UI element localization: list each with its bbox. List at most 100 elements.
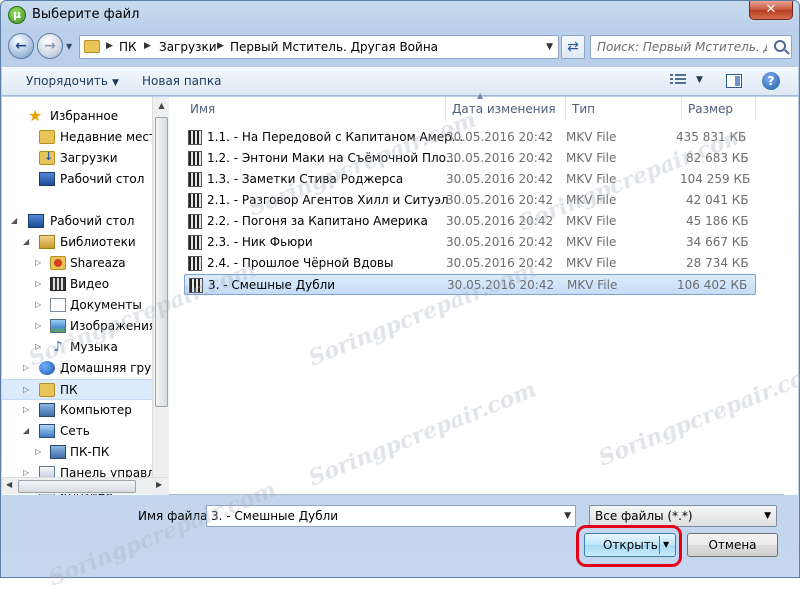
column-header-name[interactable]: Имя — [184, 97, 446, 121]
file-row[interactable]: 2.3. - Ник Фьюри 30.05.2016 20:42 MKV Fi… — [184, 232, 756, 253]
sidebar-item-label: ПК-ПК — [70, 445, 110, 459]
filename-field[interactable]: 3. - Смешные Дубли ▼ — [206, 505, 576, 527]
navigation-bar: ← → ▼ ▶ ПК ▶ Загрузки ▶ Первый Мститель.… — [1, 31, 799, 63]
file-list[interactable]: ▲ Имя Дата изменения Тип Размер 1.1. - Н… — [172, 91, 784, 495]
sidebar-item-libraries[interactable]: ◢ Библиотеки — [2, 232, 152, 253]
file-name: 2.1. - Разговор Агентов Хилл и Ситуэл — [207, 193, 449, 207]
expand-arrow-icon[interactable]: ▷ — [35, 258, 41, 267]
file-row[interactable]: 1.1. - На Передовой с Капитаном Амер... … — [184, 127, 756, 148]
scrollbar-thumb[interactable] — [155, 117, 168, 407]
file-date: 30.05.2016 20:42 — [447, 278, 555, 292]
sidebar-item-desktop-fav[interactable]: Рабочий стол — [2, 169, 152, 190]
help-icon[interactable]: ? — [762, 72, 780, 90]
expand-arrow-icon[interactable]: ▷ — [35, 447, 41, 456]
address-bar[interactable]: ▶ ПК ▶ Загрузки ▶ Первый Мститель. Друга… — [79, 35, 559, 59]
sidebar-item-label: Рабочий стол — [60, 172, 145, 186]
open-options-dropdown-icon[interactable]: ▼ — [663, 540, 669, 549]
preview-pane-icon[interactable] — [726, 74, 742, 88]
file-name: 2.2. - Погоня за Капитано Америка — [207, 214, 428, 228]
sidebar-item-label: Видео — [70, 277, 110, 291]
file-type: MKV File — [566, 130, 617, 144]
sidebar-item-recent-places[interactable]: Недавние места — [2, 127, 152, 148]
expand-arrow-icon[interactable]: ▷ — [35, 279, 41, 288]
scrollbar-thumb[interactable] — [18, 480, 136, 493]
sidebar-item-downloads[interactable]: Загрузки — [2, 148, 152, 169]
sidebar-item-video[interactable]: ▷ Видео — [2, 274, 152, 295]
sidebar-item-label: Музыка — [70, 340, 118, 354]
collapse-arrow-icon[interactable]: ◢ — [23, 237, 29, 246]
recent-pages-dropdown-icon[interactable]: ▼ — [66, 42, 72, 51]
file-type: MKV File — [566, 172, 617, 186]
file-row[interactable]: 2.4. - Прошлое Чёрной Вдовы 30.05.2016 2… — [184, 253, 756, 274]
video-file-icon — [188, 151, 202, 166]
open-button[interactable]: Открыть ▼ — [584, 533, 676, 557]
close-button[interactable]: ✕ — [749, 1, 793, 20]
file-type: MKV File — [567, 278, 618, 292]
command-bar: Упорядочить ▼ Новая папка ▼ ? — [2, 66, 798, 96]
navigation-pane-scrollbar[interactable]: ▲ ▼ — [152, 97, 169, 495]
collapse-arrow-icon[interactable]: ◢ — [23, 426, 29, 435]
file-date: 30.05.2016 20:42 — [446, 193, 554, 207]
sidebar-item-network[interactable]: ◢ Сеть — [2, 421, 152, 442]
organize-button[interactable]: Упорядочить ▼ — [26, 74, 119, 88]
expand-arrow-icon[interactable]: ▷ — [35, 342, 41, 351]
sidebar-item-label: Избранное — [50, 109, 119, 123]
scroll-up-icon[interactable]: ▲ — [155, 99, 168, 112]
file-row[interactable]: 2.1. - Разговор Агентов Хилл и Ситуэл 30… — [184, 190, 756, 211]
chevron-down-icon: ▼ — [111, 78, 119, 88]
file-row-selected[interactable]: 3. - Смешные Дубли 30.05.2016 20:42 MKV … — [184, 274, 756, 295]
change-view-icon[interactable] — [670, 74, 686, 88]
refresh-button[interactable]: ⇄ — [561, 35, 585, 59]
homegroup-icon — [39, 361, 55, 375]
search-box[interactable]: Поиск: Первый Мститель. Д... — [590, 35, 792, 59]
breadcrumb-arrow-icon[interactable]: ▶ — [217, 41, 224, 51]
collapse-arrow-icon[interactable]: ◢ — [11, 216, 17, 225]
sidebar-item-pictures[interactable]: ▷ Изображения — [2, 316, 152, 337]
file-type-filter-select[interactable]: Все файлы (*.*) ▼ — [589, 505, 777, 527]
sidebar-item-documents[interactable]: ▷ Документы — [2, 295, 152, 316]
user-folder-icon — [39, 383, 55, 397]
breadcrumb-arrow-icon[interactable]: ▶ — [144, 41, 151, 51]
column-header-type[interactable]: Тип — [566, 97, 682, 121]
sidebar-item-user-pc[interactable]: ▷ ПК — [2, 379, 152, 400]
file-row[interactable]: 2.2. - Погоня за Капитано Америка 30.05.… — [184, 211, 756, 232]
breadcrumb-current-folder[interactable]: Первый Мститель. Другая Война — [230, 40, 438, 54]
sidebar-item-shareaza[interactable]: ▷ Shareaza — [2, 253, 152, 274]
sidebar-item-label: Загрузки — [60, 151, 118, 165]
navigation-pane-hscrollbar[interactable]: ◀ ▶ — [2, 477, 168, 494]
new-folder-button[interactable]: Новая папка — [142, 74, 221, 88]
filename-dropdown-icon[interactable]: ▼ — [564, 511, 571, 521]
file-date: 30.05.2016 20:42 — [446, 256, 554, 270]
forward-button[interactable]: → — [37, 33, 63, 59]
file-name: 1.3. - Заметки Стива Роджерса — [207, 172, 404, 186]
file-row[interactable]: 1.2. - Энтони Маки на Съёмочной Пло... 3… — [184, 148, 756, 169]
expand-arrow-icon[interactable]: ▷ — [23, 405, 29, 414]
breadcrumb-pc[interactable]: ПК — [119, 40, 137, 54]
expand-arrow-icon[interactable]: ▷ — [23, 385, 29, 394]
sidebar-item-favorites[interactable]: ★ Избранное — [2, 106, 152, 127]
navigation-pane[interactable]: ★ Избранное Недавние места Загрузки Рабо… — [2, 97, 152, 495]
column-header-size[interactable]: Размер — [682, 97, 756, 121]
breadcrumb-downloads[interactable]: Загрузки — [159, 40, 217, 54]
expand-arrow-icon[interactable]: ▷ — [23, 468, 29, 477]
folder-icon — [84, 40, 100, 53]
sidebar-item-music[interactable]: ▷ ♪ Музыка — [2, 337, 152, 358]
expand-arrow-icon[interactable]: ▷ — [35, 321, 41, 330]
sidebar-item-desktop[interactable]: ◢ Рабочий стол — [2, 211, 152, 232]
address-dropdown-icon[interactable]: ▼ — [546, 42, 553, 52]
view-options-dropdown-icon[interactable]: ▼ — [696, 75, 703, 85]
breadcrumb-arrow-icon[interactable]: ▶ — [106, 41, 113, 51]
sidebar-item-network-pc[interactable]: ▷ ПК-ПК — [2, 442, 152, 463]
sidebar-item-homegroup[interactable]: ▷ Домашняя груп — [2, 358, 152, 379]
cancel-button[interactable]: Отмена — [687, 533, 778, 557]
expand-arrow-icon[interactable]: ▷ — [23, 363, 29, 372]
file-row[interactable]: 1.3. - Заметки Стива Роджерса 30.05.2016… — [184, 169, 756, 190]
scroll-left-icon[interactable]: ◀ — [6, 480, 12, 489]
scroll-right-icon[interactable]: ▶ — [156, 480, 162, 489]
search-icon[interactable] — [774, 40, 786, 52]
sidebar-item-computer[interactable]: ▷ Компьютер — [2, 400, 152, 421]
column-header-date[interactable]: Дата изменения — [446, 97, 566, 121]
back-button[interactable]: ← — [8, 33, 34, 59]
search-input[interactable]: Поиск: Первый Мститель. Д... — [597, 40, 767, 54]
expand-arrow-icon[interactable]: ▷ — [35, 300, 41, 309]
